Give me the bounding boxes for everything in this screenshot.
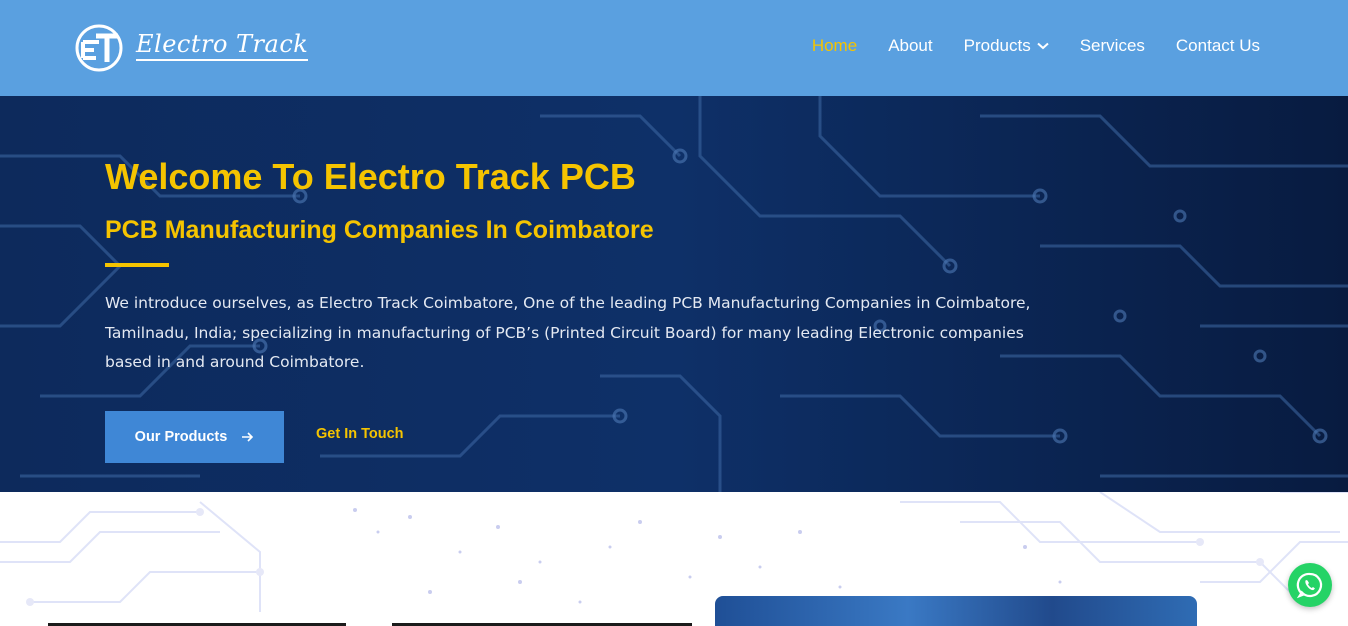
hero-subtitle: PCB Manufacturing Companies In Coimbator…	[105, 216, 654, 244]
pcb-image	[715, 596, 1197, 626]
et-monogram-icon	[75, 24, 123, 72]
nav-item-about[interactable]: About	[888, 36, 932, 56]
whatsapp-button[interactable]	[1288, 563, 1332, 607]
nav-item-products[interactable]: Products	[964, 36, 1049, 56]
hero-section: Welcome To Electro Track PCB PCB Manufac…	[0, 96, 1348, 492]
about-section	[0, 492, 1348, 626]
nav-item-label: About	[888, 36, 933, 55]
main-nav: Home About Products Services Contact Us	[812, 36, 1260, 56]
nav-item-label: Home	[811, 36, 858, 55]
hero-description: We introduce ourselves, as Electro Track…	[105, 294, 1031, 371]
nav-item-label: Contact Us	[1175, 36, 1260, 55]
nav-item-contact[interactable]: Contact Us	[1176, 36, 1260, 56]
get-in-touch-button[interactable]: Get In Touch	[316, 426, 404, 442]
arrow-right-icon	[242, 432, 254, 442]
chevron-down-icon	[1037, 42, 1049, 50]
nav-item-home[interactable]: Home	[812, 36, 857, 56]
site-header: Electro Track Home About Products Servic…	[0, 0, 1348, 96]
logo-wordmark: Electro Track	[136, 30, 309, 61]
nav-item-label: Products	[963, 36, 1031, 55]
hero-title: Welcome To Electro Track PCB	[105, 156, 636, 197]
nav-item-label: Services	[1079, 36, 1145, 55]
nav-item-services[interactable]: Services	[1080, 36, 1145, 56]
site-logo[interactable]: Electro Track	[74, 22, 324, 74]
our-products-button[interactable]: Our Products	[105, 411, 284, 463]
whatsapp-icon	[1296, 572, 1323, 599]
hero-divider	[105, 263, 169, 267]
button-label: Our Products	[134, 429, 228, 445]
